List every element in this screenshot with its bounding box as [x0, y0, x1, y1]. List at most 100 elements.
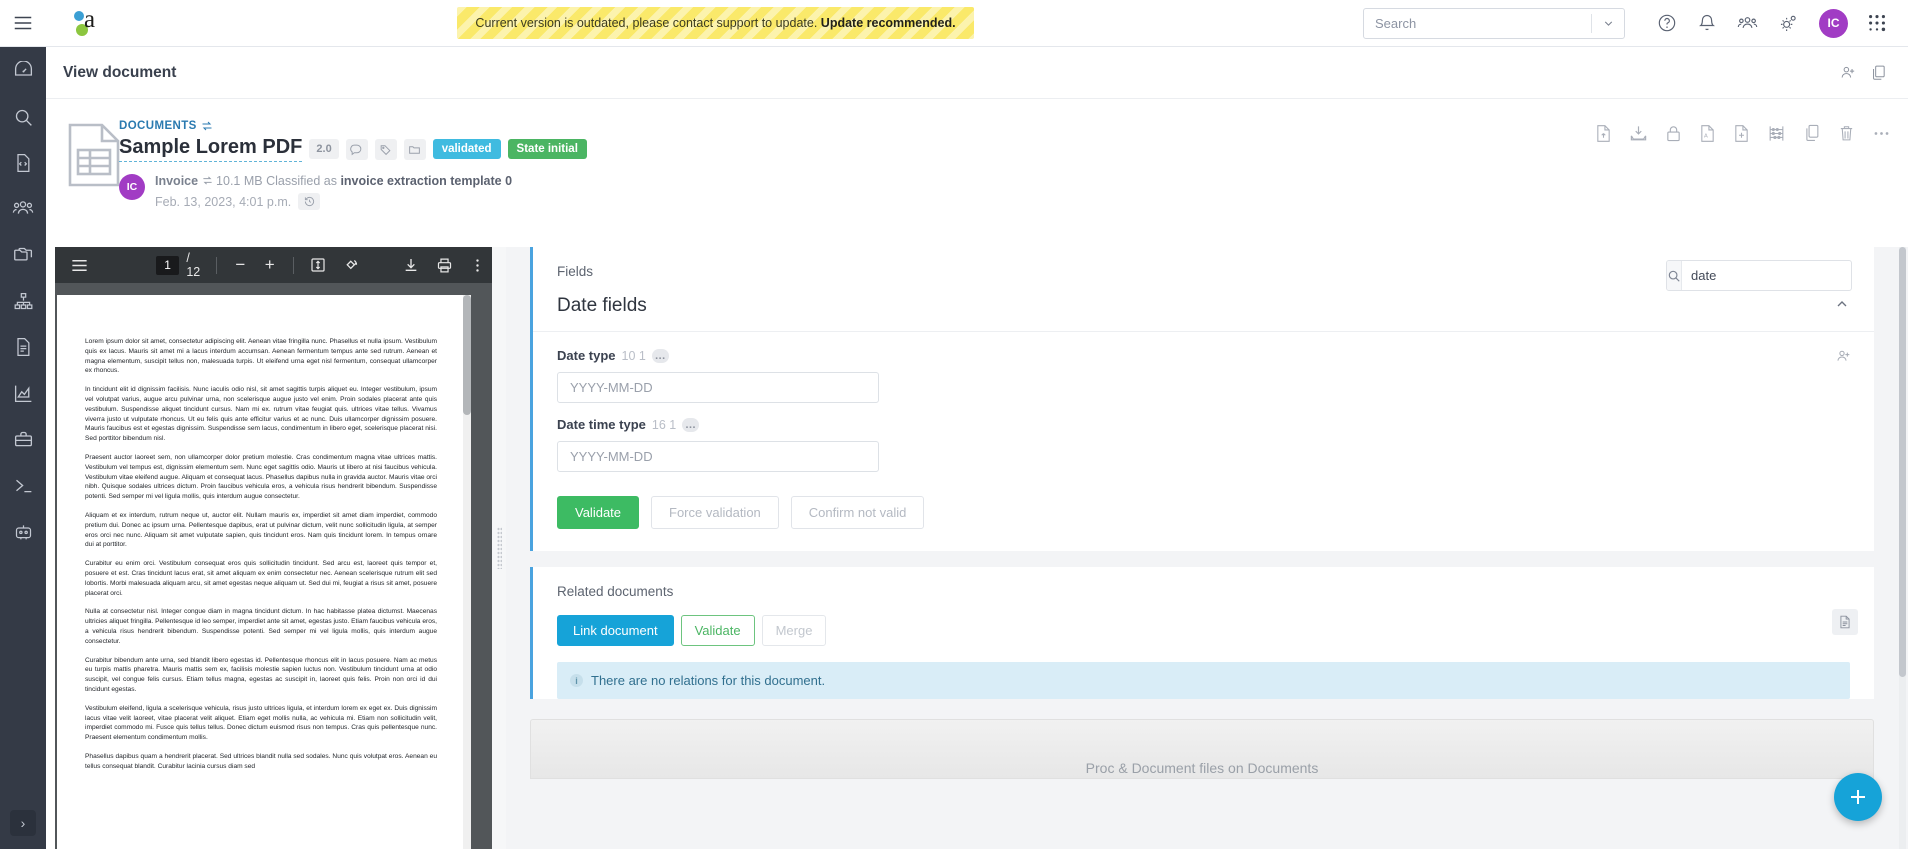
- sidebar-item-search[interactable]: [0, 94, 46, 140]
- app-logo[interactable]: a: [68, 3, 108, 43]
- search-icon: [1667, 261, 1682, 290]
- download-archive-icon[interactable]: [1629, 124, 1648, 143]
- history-icon[interactable]: [298, 193, 320, 210]
- sidebar-item-code-document[interactable]: [0, 140, 46, 186]
- pdf-paragraph: Praesent auctor laoreet sem, non ullamco…: [85, 453, 437, 502]
- hamburger-menu-icon[interactable]: [0, 0, 46, 47]
- chevron-up-icon[interactable]: [1834, 296, 1850, 317]
- field-options-icon[interactable]: …: [682, 418, 699, 432]
- document-list-icon[interactable]: [1832, 609, 1858, 635]
- user-avatar[interactable]: IC: [1819, 9, 1848, 38]
- sidebar-item-analytics[interactable]: [0, 370, 46, 416]
- pdf-scrollbar-thumb[interactable]: [463, 295, 471, 415]
- document-title[interactable]: Sample Lorem PDF: [119, 136, 302, 162]
- fields-search-box[interactable]: [1666, 260, 1852, 291]
- pdf-zoom-out-button[interactable]: −: [226, 247, 255, 283]
- page-header-actions: [1836, 61, 1908, 85]
- sidebar-item-hierarchy[interactable]: [0, 278, 46, 324]
- right-panel-scrollbar[interactable]: [1899, 247, 1906, 849]
- sidebar-expand-button[interactable]: ›: [10, 810, 36, 836]
- print-icon[interactable]: [429, 247, 458, 283]
- pdf-zoom-in-button[interactable]: +: [255, 247, 284, 283]
- svg-text:a: a: [84, 6, 95, 33]
- pdf-icon[interactable]: A: [1699, 124, 1716, 143]
- date-type-input[interactable]: YYYY-MM-DD: [557, 372, 879, 403]
- breadcrumb-documents-link[interactable]: DOCUMENTS: [119, 120, 197, 132]
- toolbar-divider-2: [293, 257, 294, 274]
- link-document-button[interactable]: Link document: [557, 615, 674, 646]
- pdf-paragraph: Phasellus dapibus quam a hendrerit place…: [85, 752, 437, 772]
- tag-icon[interactable]: [375, 139, 397, 160]
- pdf-page-number-input[interactable]: 1: [156, 256, 179, 275]
- settings-gear-icon[interactable]: [1767, 0, 1807, 47]
- pane-splitter[interactable]: [492, 247, 506, 849]
- right-panel-scrollbar-thumb[interactable]: [1899, 247, 1906, 677]
- sidebar-item-document[interactable]: [0, 324, 46, 370]
- sidebar-item-toolbox[interactable]: [0, 416, 46, 462]
- field-count: 16 1: [652, 418, 676, 432]
- copy-icon[interactable]: [1866, 61, 1890, 85]
- state-badge[interactable]: State initial: [508, 139, 587, 159]
- field-row-date-time-type: Date time type 16 1 … YYYY-MM-DD: [533, 411, 1874, 480]
- sidebar-item-robot[interactable]: [0, 508, 46, 554]
- related-validate-button[interactable]: Validate: [681, 615, 755, 646]
- document-version-chip[interactable]: 2.0: [309, 139, 338, 159]
- merge-button[interactable]: Merge: [762, 615, 827, 646]
- more-options-icon[interactable]: [1872, 124, 1891, 143]
- confirm-not-valid-button[interactable]: Confirm not valid: [791, 496, 925, 529]
- pdf-paragraph: Nulla at consectetur nisl. Integer congu…: [85, 607, 437, 646]
- lock-icon[interactable]: [1665, 124, 1682, 143]
- related-documents-card: Related documents Link document Validate…: [530, 567, 1874, 699]
- global-search-input[interactable]: [1364, 16, 1591, 31]
- users-icon[interactable]: [1727, 0, 1767, 47]
- apps-grid-icon[interactable]: [1860, 0, 1894, 47]
- sidebar-expand-area: ›: [0, 807, 46, 839]
- toolbar-divider-1: [216, 257, 217, 274]
- pdf-scrollbar[interactable]: [463, 295, 471, 849]
- abacus-icon[interactable]: [1767, 124, 1786, 143]
- classified-as-label: Classified as: [266, 174, 337, 188]
- folder-icon[interactable]: [404, 139, 426, 160]
- breadcrumb[interactable]: DOCUMENTS: [119, 120, 587, 132]
- download-icon[interactable]: [396, 247, 425, 283]
- more-vertical-icon[interactable]: [463, 247, 492, 283]
- add-floating-action-button[interactable]: [1834, 773, 1882, 821]
- field-label-group: Date type 10 1 …: [557, 348, 1850, 363]
- notifications-icon[interactable]: [1687, 0, 1727, 47]
- rotate-icon[interactable]: [337, 247, 366, 283]
- bottom-partial-card[interactable]: Proc & Document files on Documents: [530, 719, 1874, 779]
- duplicate-icon[interactable]: [1803, 124, 1821, 143]
- fit-page-icon[interactable]: [303, 247, 332, 283]
- sidebar-item-users[interactable]: [0, 186, 46, 232]
- chevron-down-icon[interactable]: [1592, 17, 1624, 30]
- pdf-paragraph: Lorem ipsum dolor sit amet, consectetur …: [85, 337, 437, 376]
- pdf-sidebar-toggle-icon[interactable]: [55, 247, 104, 283]
- add-page-icon[interactable]: [1733, 124, 1750, 143]
- comment-icon[interactable]: [346, 139, 368, 160]
- fields-search-input[interactable]: [1682, 268, 1852, 283]
- pdf-paragraph: Curabitur bibendum ante urna, sed blandi…: [85, 656, 437, 695]
- document-type: Invoice: [155, 174, 198, 188]
- assign-user-icon[interactable]: [1836, 348, 1852, 369]
- sidebar-item-terminal[interactable]: [0, 462, 46, 508]
- help-icon[interactable]: [1647, 0, 1687, 47]
- document-thumbnail-icon: [66, 122, 122, 188]
- force-validation-button[interactable]: Force validation: [651, 496, 779, 529]
- swap-icon[interactable]: [201, 120, 213, 132]
- document-title-row: Sample Lorem PDF 2.0 validated State ini…: [119, 136, 587, 162]
- validate-button[interactable]: Validate: [557, 496, 639, 529]
- document-meta-row: IC Invoice 10.1 MB Classified as invoice…: [119, 173, 587, 210]
- share-user-icon[interactable]: [1836, 61, 1860, 85]
- field-options-icon[interactable]: …: [652, 349, 669, 363]
- delete-icon[interactable]: [1838, 124, 1855, 143]
- status-badge-validated[interactable]: validated: [433, 139, 501, 159]
- global-search-box[interactable]: [1363, 8, 1625, 39]
- sidebar-item-folder[interactable]: [0, 232, 46, 278]
- date-time-type-input[interactable]: YYYY-MM-DD: [557, 441, 879, 472]
- swap-icon-small[interactable]: [202, 174, 216, 188]
- banner-text: Current version is outdated, please cont…: [475, 16, 817, 30]
- right-panel: Fields Date fields Date type 10 1 … YYYY…: [506, 247, 1908, 849]
- extract-document-icon[interactable]: [1595, 124, 1612, 143]
- sidebar-item-dashboard[interactable]: [0, 48, 46, 94]
- classification-template[interactable]: invoice extraction template 0: [340, 174, 512, 188]
